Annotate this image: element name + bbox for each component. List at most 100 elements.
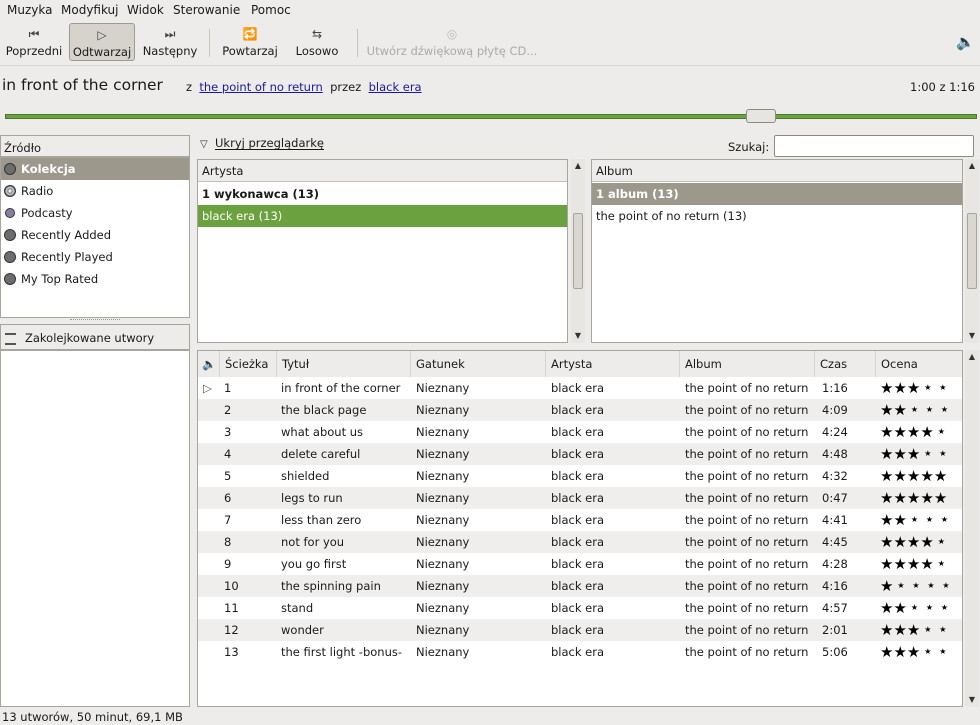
star-filled-icon[interactable]: ★ xyxy=(893,511,906,529)
star-empty-icon[interactable]: ★ xyxy=(907,399,922,421)
column-track[interactable]: Ścieżka xyxy=(220,351,277,377)
seek-thumb[interactable] xyxy=(746,109,776,123)
star-filled-icon[interactable]: ★ xyxy=(920,489,933,507)
track-row[interactable]: 7 less than zero Nieznany black era the poin… xyxy=(198,509,962,531)
star-empty-icon[interactable]: ★ xyxy=(920,641,935,663)
track-row[interactable]: ▷ 1 in front of the corner Nieznany black er… xyxy=(198,377,962,399)
track-row[interactable]: 12 wonder Nieznany black era the point of no… xyxy=(198,619,962,641)
arrow-up-icon[interactable]: ▲ xyxy=(571,159,585,173)
arrow-down-icon[interactable]: ▼ xyxy=(571,329,585,343)
source-item[interactable]: Recently Added xyxy=(1,224,189,246)
column-time[interactable]: Czas xyxy=(815,351,876,377)
star-filled-icon[interactable]: ★ xyxy=(920,423,933,441)
track-row[interactable]: 3 what about us Nieznany black era the point… xyxy=(198,421,962,443)
repeat-button[interactable]: 🔁 Powtarzaj xyxy=(218,23,282,61)
menu-help[interactable]: Pomoc xyxy=(251,3,291,17)
track-row[interactable]: 2 the black page Nieznany black era the poin… xyxy=(198,399,962,421)
artist-row[interactable]: black era (13) xyxy=(198,205,567,227)
star-filled-icon[interactable]: ★ xyxy=(907,423,920,441)
menu-view[interactable]: Widok xyxy=(127,3,164,17)
column-genre[interactable]: Gatunek xyxy=(411,351,546,377)
star-empty-icon[interactable]: ★ xyxy=(922,399,937,421)
star-filled-icon[interactable]: ★ xyxy=(893,423,906,441)
star-filled-icon[interactable]: ★ xyxy=(880,401,893,419)
rating-stars[interactable]: ★★★★★ xyxy=(880,377,950,399)
star-filled-icon[interactable]: ★ xyxy=(934,467,947,485)
star-filled-icon[interactable]: ★ xyxy=(880,379,893,397)
scroll-thumb[interactable] xyxy=(967,213,977,289)
star-empty-icon[interactable]: ★ xyxy=(908,575,923,597)
rating-stars[interactable]: ★★★★★ xyxy=(880,443,950,465)
star-empty-icon[interactable]: ★ xyxy=(893,575,908,597)
hide-browser-toggle[interactable]: ▽ Ukryj przeglądarkę xyxy=(200,136,324,150)
star-filled-icon[interactable]: ★ xyxy=(893,599,906,617)
scroll-thumb[interactable] xyxy=(573,213,583,289)
rating-stars[interactable]: ★★★★★ xyxy=(880,575,953,597)
artist-link[interactable]: black era xyxy=(369,80,422,94)
rating-stars[interactable]: ★★★★★ xyxy=(880,487,947,509)
star-empty-icon[interactable]: ★ xyxy=(934,421,949,443)
source-item[interactable]: Radio xyxy=(1,180,189,202)
album-link[interactable]: the point of no return xyxy=(199,80,322,94)
star-filled-icon[interactable]: ★ xyxy=(907,555,920,573)
next-button[interactable]: ⏭ Następny xyxy=(138,23,202,61)
speaker-icon[interactable]: 🔈 xyxy=(198,351,220,377)
column-rating[interactable]: Ocena xyxy=(876,351,962,377)
star-empty-icon[interactable]: ★ xyxy=(935,641,950,663)
star-filled-icon[interactable]: ★ xyxy=(907,621,920,639)
star-filled-icon[interactable]: ★ xyxy=(880,467,893,485)
star-filled-icon[interactable]: ★ xyxy=(907,533,920,551)
track-row[interactable]: 11 stand Nieznany black era the point of no … xyxy=(198,597,962,619)
star-empty-icon[interactable]: ★ xyxy=(934,531,949,553)
arrow-down-icon[interactable]: ▼ xyxy=(965,329,979,343)
menu-music[interactable]: Muzyka xyxy=(7,3,52,17)
star-empty-icon[interactable]: ★ xyxy=(920,377,935,399)
artist-column-header[interactable]: Artysta xyxy=(198,160,567,182)
star-empty-icon[interactable]: ★ xyxy=(937,597,952,619)
arrow-up-icon[interactable]: ▲ xyxy=(965,350,979,364)
star-empty-icon[interactable]: ★ xyxy=(907,509,922,531)
star-empty-icon[interactable]: ★ xyxy=(937,399,952,421)
star-empty-icon[interactable]: ★ xyxy=(937,509,952,531)
rating-stars[interactable]: ★★★★★ xyxy=(880,553,949,575)
track-row[interactable]: 8 not for you Nieznany black era the point o… xyxy=(198,531,962,553)
seek-bar[interactable] xyxy=(5,114,977,119)
source-item[interactable]: Podcasty xyxy=(1,202,189,224)
star-filled-icon[interactable]: ★ xyxy=(893,379,906,397)
artist-row-all[interactable]: 1 wykonawca (13) xyxy=(198,183,567,205)
star-filled-icon[interactable]: ★ xyxy=(880,445,893,463)
star-filled-icon[interactable]: ★ xyxy=(893,489,906,507)
star-filled-icon[interactable]: ★ xyxy=(880,533,893,551)
play-button[interactable]: ▷ Odtwarzaj xyxy=(69,23,135,61)
star-empty-icon[interactable]: ★ xyxy=(907,597,922,619)
album-column-header[interactable]: Album xyxy=(592,160,962,182)
album-row-all[interactable]: 1 album (13) xyxy=(592,183,962,205)
star-empty-icon[interactable]: ★ xyxy=(938,575,953,597)
star-filled-icon[interactable]: ★ xyxy=(893,621,906,639)
star-filled-icon[interactable]: ★ xyxy=(920,467,933,485)
track-row[interactable]: 13 the first light -bonus- Nieznany black e… xyxy=(198,641,962,663)
star-filled-icon[interactable]: ★ xyxy=(880,511,893,529)
album-row[interactable]: the point of no return (13) xyxy=(592,205,962,227)
column-album[interactable]: Album xyxy=(680,351,815,377)
track-row[interactable]: 5 shielded Nieznany black era the point of n… xyxy=(198,465,962,487)
star-filled-icon[interactable]: ★ xyxy=(920,555,933,573)
artist-scrollbar[interactable]: ▲ ▼ xyxy=(571,159,585,343)
star-empty-icon[interactable]: ★ xyxy=(923,575,938,597)
star-filled-icon[interactable]: ★ xyxy=(893,533,906,551)
star-empty-icon[interactable]: ★ xyxy=(935,377,950,399)
burn-cd-button[interactable]: ◎ Utwórz dźwiękową płytę CD... xyxy=(364,23,540,61)
arrow-up-icon[interactable]: ▲ xyxy=(965,159,979,173)
rating-stars[interactable]: ★★★★★ xyxy=(880,509,952,531)
rating-stars[interactable]: ★★★★★ xyxy=(880,465,947,487)
track-row[interactable]: 9 you go first Nieznany black era the point … xyxy=(198,553,962,575)
album-scrollbar[interactable]: ▲ ▼ xyxy=(965,159,979,343)
star-empty-icon[interactable]: ★ xyxy=(935,619,950,641)
arrow-down-icon[interactable]: ▼ xyxy=(965,693,979,707)
star-filled-icon[interactable]: ★ xyxy=(907,467,920,485)
star-filled-icon[interactable]: ★ xyxy=(907,489,920,507)
column-title[interactable]: Tytuł xyxy=(277,351,411,377)
menu-edit[interactable]: Modyfikuj xyxy=(61,3,119,17)
star-empty-icon[interactable]: ★ xyxy=(920,619,935,641)
star-filled-icon[interactable]: ★ xyxy=(934,489,947,507)
